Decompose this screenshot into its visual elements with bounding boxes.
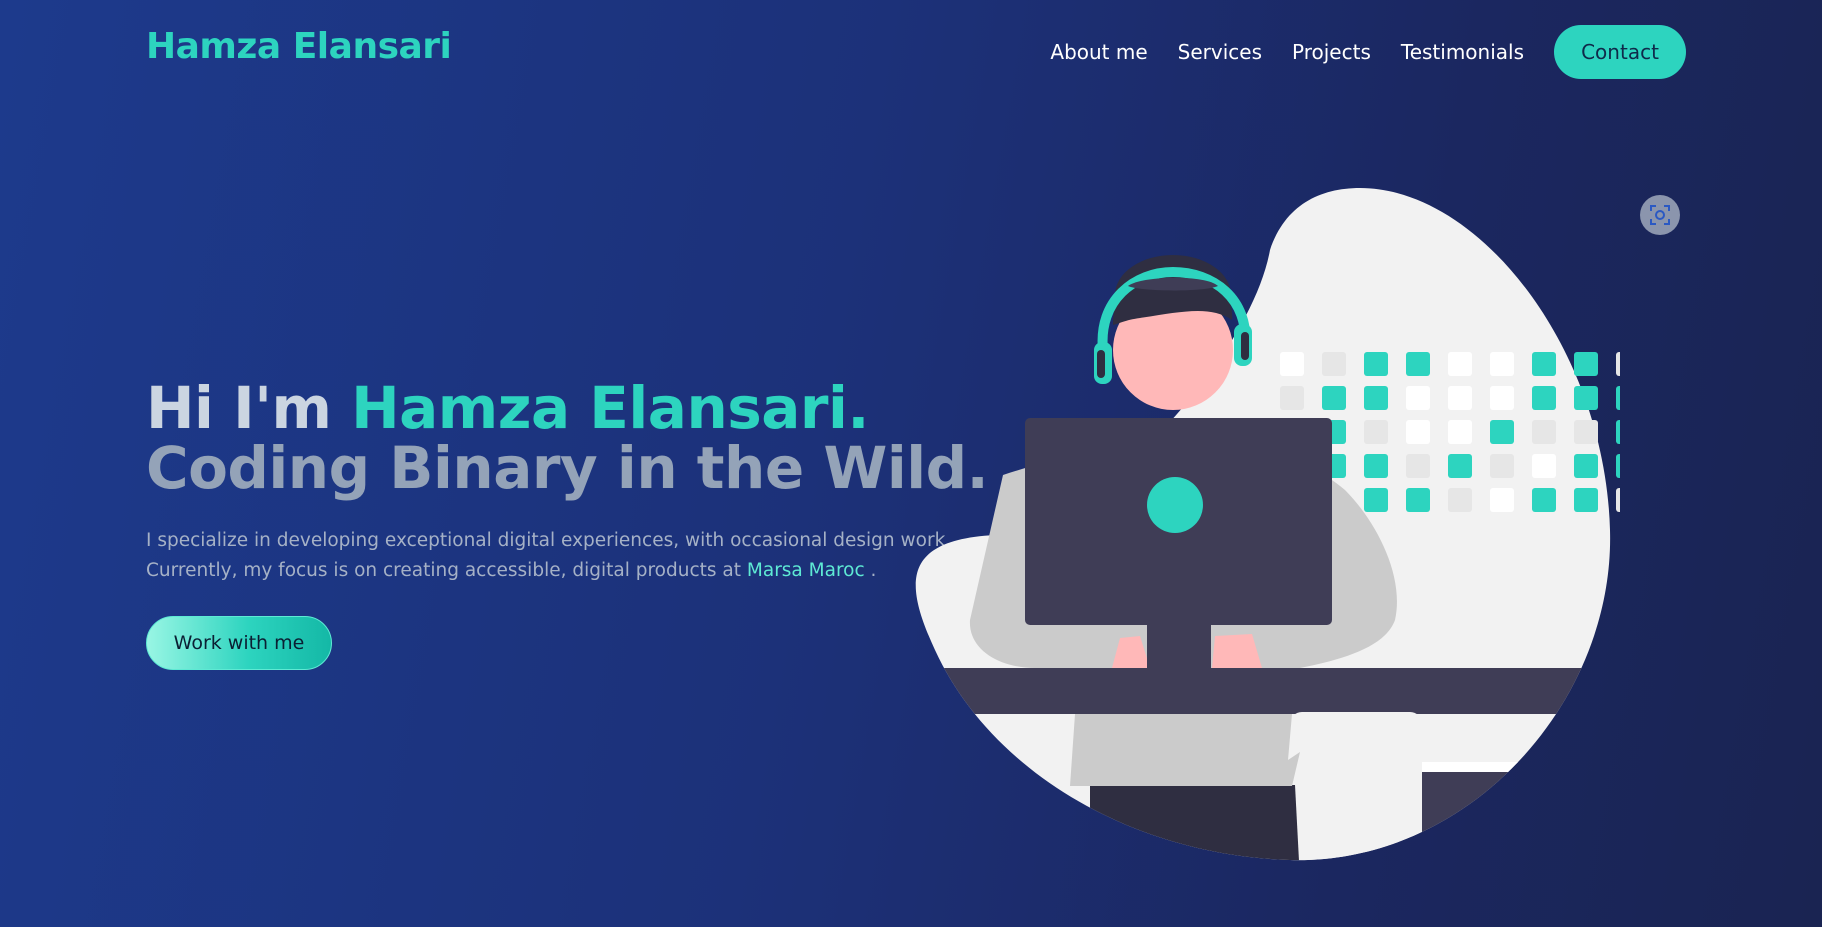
site-logo[interactable]: Hamza Elansari — [146, 26, 452, 67]
monitor-stand — [1147, 622, 1211, 670]
contact-button[interactable]: Contact — [1554, 25, 1686, 79]
hero-illustration — [900, 180, 1620, 880]
nav-link-services[interactable]: Services — [1178, 40, 1262, 64]
hero-description-line1: I specialize in developing exceptional d… — [146, 530, 952, 551]
hero-heading: Hi I'm Hamza Elansari. — [146, 378, 946, 438]
hero-tagline: Coding Binary in the Wild. — [146, 434, 989, 502]
developer-illustration — [915, 188, 1620, 861]
nav-link-projects[interactable]: Projects — [1292, 40, 1371, 64]
person-torso-lower — [1070, 714, 1300, 786]
site-header: Hamza Elansari About me Services Project… — [0, 0, 1822, 105]
hero-description-line2: Currently, my focus is on creating acces… — [146, 560, 741, 581]
focus-scan-icon — [1650, 205, 1670, 225]
hero-section: Hi I'm Hamza Elansari. Coding Binary in … — [146, 378, 989, 670]
hero-name: Hamza Elansari. — [351, 374, 869, 442]
monitor-logo — [1147, 477, 1203, 533]
chair — [1290, 712, 1422, 861]
desk — [915, 668, 1611, 714]
main-nav: About me Services Projects Testimonials … — [1050, 25, 1686, 79]
person-legs — [1090, 785, 1300, 861]
hero-greeting: Hi I'm — [146, 374, 332, 442]
focus-scan-button[interactable] — [1640, 195, 1680, 235]
hero-description-end: . — [870, 560, 877, 581]
hero-description: I specialize in developing exceptional d… — [146, 526, 951, 586]
nav-link-testimonials[interactable]: Testimonials — [1401, 40, 1524, 64]
nav-link-about[interactable]: About me — [1050, 40, 1147, 64]
work-with-me-button[interactable]: Work with me — [146, 616, 332, 670]
company-link[interactable]: Marsa Maroc — [747, 560, 865, 581]
